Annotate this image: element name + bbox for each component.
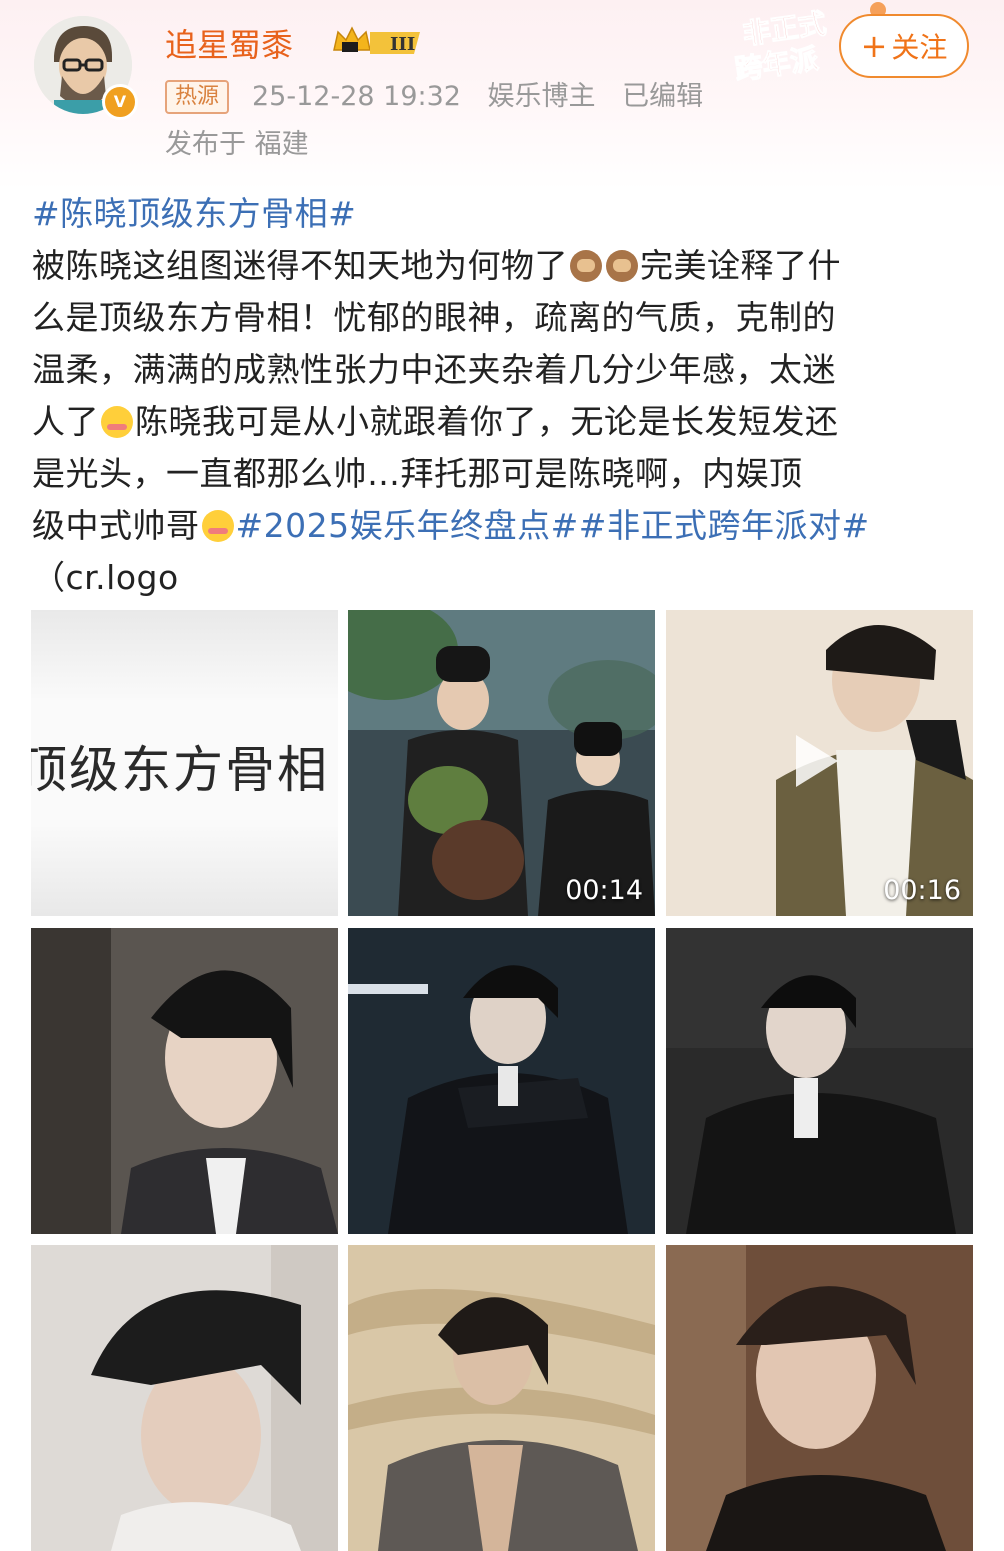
follow-label: 关注 bbox=[891, 31, 948, 64]
post-text-segment: 完美诠释了什 bbox=[640, 246, 841, 285]
hashtag-link[interactable]: #非正式跨年派对# bbox=[579, 506, 870, 545]
image-thumbnail[interactable] bbox=[31, 928, 338, 1234]
post-body: #陈晓顶级东方骨相# 被陈晓这组图迷得不知天地为何物了 完美诠释了什 么是顶级东方… bbox=[32, 188, 962, 604]
post-text-segment: 么是顶级东方骨相！忧郁的眼神，疏离的气质，克制的 bbox=[32, 298, 836, 337]
post-text-segment: 被陈晓这组图迷得不知天地为何物了 bbox=[32, 246, 568, 285]
edited-label: 已编辑 bbox=[622, 81, 704, 112]
level-badge-icon: III bbox=[330, 24, 426, 60]
image-thumbnail[interactable]: 顶级东方骨相 bbox=[31, 610, 338, 916]
level-badge-text: III bbox=[390, 34, 415, 55]
follow-button[interactable]: + 关注 bbox=[839, 14, 969, 78]
see-no-evil-monkey-icon bbox=[606, 250, 638, 282]
image-thumbnail[interactable] bbox=[348, 1245, 655, 1551]
see-no-evil-monkey-icon bbox=[570, 250, 602, 282]
play-icon[interactable] bbox=[796, 735, 838, 787]
post-timestamp: 25-12-28 19:32 bbox=[252, 81, 461, 112]
pleading-face-icon bbox=[201, 510, 234, 542]
hashtag-link[interactable]: #2025娱乐年终盘点# bbox=[236, 506, 579, 545]
hot-source-tag: 热源 bbox=[165, 80, 230, 114]
post-text-segment: 温柔，满满的成熟性张力中还夹杂着几分少年感，太迷 bbox=[32, 350, 836, 389]
cover-image-text: 顶级东方骨相 bbox=[31, 741, 329, 799]
post-meta: 25-12-28 19:32 娱乐博主 已编辑 bbox=[252, 80, 721, 114]
post-location: 发布于 福建 bbox=[165, 129, 309, 160]
blushing-face-icon bbox=[101, 406, 133, 438]
post-text-segment: （cr.logo bbox=[32, 558, 179, 597]
video-thumbnail[interactable]: 00:16 bbox=[666, 610, 973, 916]
post-text-segment: 级中式帅哥 bbox=[32, 506, 200, 545]
video-thumbnail[interactable]: 00:14 bbox=[348, 610, 655, 916]
post-text-segment: 人了 bbox=[32, 402, 99, 441]
post-text-segment: 陈晓我可是从小就跟着你了，无论是长发短发还 bbox=[135, 402, 839, 441]
image-thumbnail[interactable] bbox=[666, 1245, 973, 1551]
video-duration: 00:16 bbox=[883, 875, 961, 906]
hashtag-link[interactable]: #陈晓顶级东方骨相# bbox=[32, 194, 356, 233]
verified-badge-icon: V bbox=[102, 84, 138, 120]
image-thumbnail[interactable] bbox=[31, 1245, 338, 1551]
username[interactable]: 追星蜀黍 bbox=[165, 20, 293, 66]
image-thumbnail[interactable] bbox=[348, 928, 655, 1234]
video-duration: 00:14 bbox=[565, 875, 643, 906]
plus-icon: + bbox=[860, 27, 888, 65]
post-text-segment: 是光头，一直都那么帅…拜托那可是陈晓啊，内娱顶 bbox=[32, 454, 803, 493]
author-category: 娱乐博主 bbox=[487, 81, 596, 112]
image-thumbnail[interactable] bbox=[666, 928, 973, 1234]
